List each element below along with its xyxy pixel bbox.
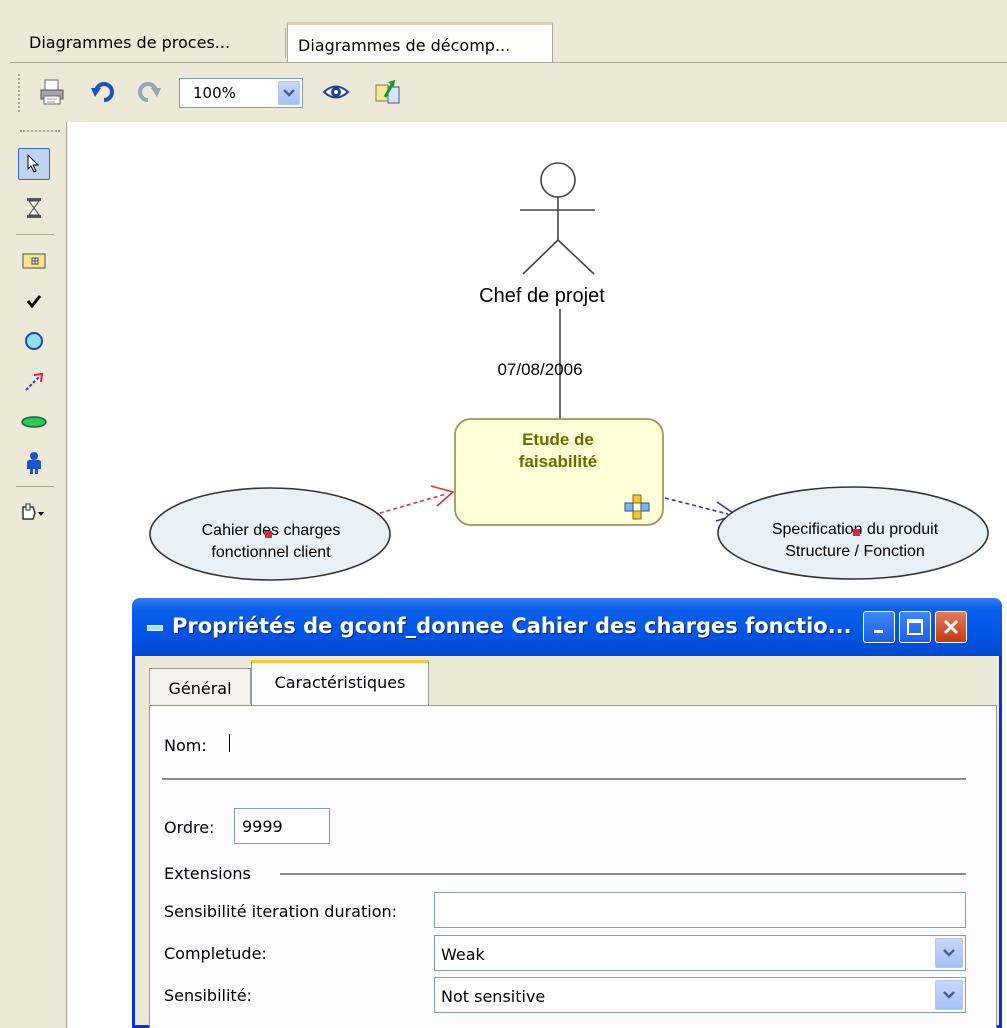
nom-label: Nom: — [164, 736, 207, 755]
arrow-icon[interactable] — [18, 366, 50, 398]
tab-decomposition-diagrams[interactable]: Diagrammes de décomp... — [287, 22, 553, 63]
dialog-title-bar[interactable]: Propriétés de gconf_donnee Cahier des ch… — [132, 598, 1002, 656]
minimize-button[interactable] — [863, 611, 895, 643]
completude-label: Completude: — [164, 944, 267, 963]
nom-field[interactable] — [228, 736, 528, 758]
sensibilite-label: Sensibilité: — [164, 986, 252, 1005]
chevron-down-icon[interactable] — [278, 81, 300, 105]
palette-divider — [16, 234, 54, 235]
eye-icon[interactable] — [320, 76, 352, 108]
maximize-button[interactable] — [899, 611, 931, 643]
ordre-label: Ordre: — [164, 818, 215, 837]
pointer-icon[interactable] — [18, 148, 50, 180]
toolbar-grip[interactable] — [18, 74, 21, 112]
zoom-value: 100% — [193, 84, 236, 102]
extensions-group-label: Extensions — [164, 864, 251, 883]
close-button[interactable] — [935, 611, 967, 643]
toolbar: 100% — [0, 64, 1007, 123]
input-marker — [265, 531, 272, 538]
input-label-line-2: fonctionnel client — [211, 544, 331, 561]
window-menu-icon[interactable] — [147, 625, 163, 631]
tab-baseline — [10, 62, 1007, 63]
chevron-down-icon[interactable] — [935, 938, 963, 968]
activity-node[interactable]: Etude de faisabilité — [454, 418, 664, 526]
caracteristiques-panel: Nom: Ordre: 9999 Extensions Sensibilité … — [149, 705, 997, 1028]
output-data-ellipse[interactable]: Specification du produit Structure / Fon… — [717, 486, 989, 580]
output-marker — [853, 529, 860, 536]
sensibilite-duration-label: Sensibilité iteration duration: — [164, 902, 398, 921]
tab-general[interactable]: Général — [149, 668, 251, 704]
redo-icon[interactable] — [132, 76, 164, 108]
dialog-tabs-area: Général Caractéristiques Nom: Ordre: 999… — [135, 656, 999, 1028]
shape-menu-icon[interactable] — [18, 498, 50, 530]
tab-divider — [285, 28, 286, 58]
separator — [162, 778, 966, 780]
sensibilite-value: Not sensitive — [441, 987, 546, 1006]
palette-divider — [16, 486, 54, 487]
tool-palette — [0, 122, 67, 1028]
document-tab-bar: Diagrammes de proces... Diagrammes de dé… — [0, 0, 1007, 64]
palette-grip[interactable] — [20, 130, 60, 132]
actor-label: Chef de projet — [479, 285, 605, 307]
extensions-separator — [280, 873, 966, 875]
text-caret — [229, 734, 230, 752]
activity-label-line-1: Etude de — [522, 430, 594, 449]
completude-select[interactable]: Weak — [434, 935, 966, 971]
check-icon[interactable] — [18, 285, 50, 317]
hourglass-icon[interactable] — [18, 192, 50, 224]
input-flow-arrow[interactable] — [372, 485, 455, 516]
folder-icon[interactable] — [18, 244, 50, 276]
zoom-select[interactable]: 100% — [179, 78, 303, 108]
printer-icon[interactable] — [36, 76, 68, 108]
actor-figure[interactable] — [520, 162, 595, 275]
sensibilite-duration-input[interactable] — [434, 892, 966, 928]
tab-caracteristiques[interactable]: Caractéristiques — [251, 660, 429, 706]
circle-icon[interactable] — [18, 325, 50, 357]
properties-dialog: Propriétés de gconf_donnee Cahier des ch… — [132, 598, 1002, 1028]
sensibilite-select[interactable]: Not sensitive — [434, 977, 966, 1013]
activity-label-line-2: faisabilité — [519, 452, 597, 471]
export-icon[interactable] — [372, 76, 404, 108]
dialog-title: Propriétés de gconf_donnee Cahier des ch… — [172, 614, 852, 638]
date-label: 07/08/2006 — [497, 360, 582, 379]
chevron-down-icon[interactable] — [935, 980, 963, 1010]
tab-process-diagrams[interactable]: Diagrammes de proces... — [19, 22, 284, 63]
completude-value: Weak — [441, 945, 485, 964]
ordre-input[interactable]: 9999 — [234, 808, 330, 844]
ellipse-icon[interactable] — [18, 406, 50, 438]
input-data-ellipse[interactable]: Cahier des charges fonctionnel client — [149, 487, 391, 581]
actor-icon[interactable] — [18, 447, 50, 479]
output-label-line-2: Structure / Fonction — [785, 543, 925, 560]
undo-icon[interactable] — [88, 76, 120, 108]
